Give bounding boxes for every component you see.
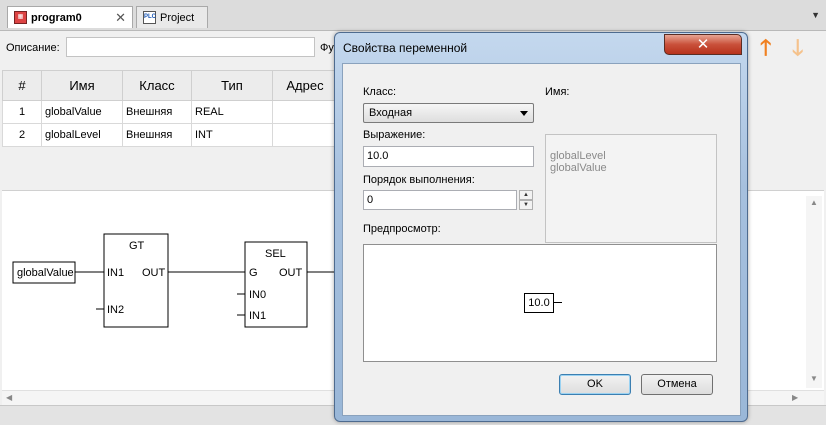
block-output-label: OUT xyxy=(279,267,303,279)
block-input-label: IN1 xyxy=(107,267,124,279)
variable-properties-dialog: Свойства переменной ✕ Класс: Входная Имя… xyxy=(334,32,748,422)
block-title: SEL xyxy=(265,248,286,260)
block-input-label: IN2 xyxy=(107,304,124,316)
preview-variable-box: 10.0 xyxy=(524,293,554,313)
preview-pin xyxy=(554,302,562,303)
names-list[interactable]: globalLevel globalValue xyxy=(545,134,717,243)
list-item[interactable]: globalValue xyxy=(550,162,712,174)
class-select[interactable]: Входная xyxy=(363,103,534,123)
expression-label: Выражение: xyxy=(363,129,426,141)
execution-order-stepper[interactable]: ▲ ▼ xyxy=(519,190,533,210)
list-item[interactable]: globalLevel xyxy=(550,150,712,162)
block-input-label: IN1 xyxy=(249,310,266,322)
execution-order-input[interactable]: 0 xyxy=(363,190,517,210)
variable-label: globalValue xyxy=(17,267,74,279)
vertical-scrollbar[interactable]: ▲ ▼ xyxy=(806,196,822,388)
scroll-down-icon[interactable]: ▼ xyxy=(810,374,818,383)
stepper-up-icon[interactable]: ▲ xyxy=(519,190,533,200)
ok-button[interactable]: OK xyxy=(559,374,631,395)
block-title: GT xyxy=(129,240,145,252)
scroll-right-icon[interactable]: ▶ xyxy=(792,393,798,402)
stepper-down-icon[interactable]: ▼ xyxy=(519,200,533,210)
block-output-label: OUT xyxy=(142,267,166,279)
class-selected-value: Входная xyxy=(369,107,413,119)
class-label: Класс: xyxy=(363,86,396,98)
close-button[interactable]: ✕ xyxy=(664,34,742,55)
chevron-down-icon xyxy=(520,111,528,116)
cancel-button[interactable]: Отмена xyxy=(641,374,713,395)
expression-input[interactable]: 10.0 xyxy=(363,146,534,167)
dialog-title: Свойства переменной xyxy=(343,41,468,55)
execution-order-label: Порядок выполнения: xyxy=(363,174,475,186)
scroll-up-icon[interactable]: ▲ xyxy=(810,198,818,207)
preview-label: Предпросмотр: xyxy=(363,223,441,235)
block-input-label: IN0 xyxy=(249,289,266,301)
scroll-left-icon[interactable]: ◀ xyxy=(6,393,12,402)
name-label: Имя: xyxy=(545,86,570,98)
block-input-label: G xyxy=(249,267,258,279)
